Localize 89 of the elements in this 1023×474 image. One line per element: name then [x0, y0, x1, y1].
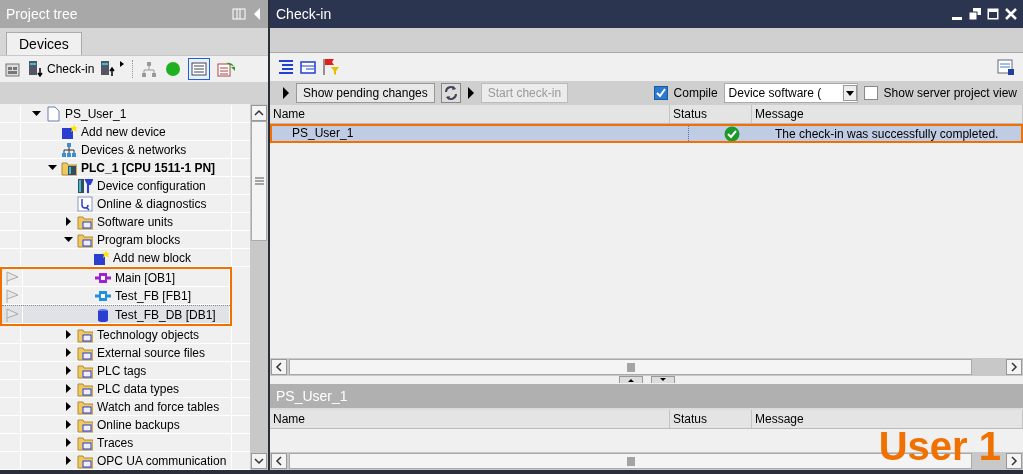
network-icon [61, 141, 77, 158]
panel-title: Check-in [276, 6, 332, 22]
split-down-icon[interactable] [650, 376, 675, 383]
expanded-arrow-icon[interactable] [31, 109, 41, 118]
tree-item[interactable]: Watch and force tables [0, 398, 250, 416]
tree-item[interactable]: Add new device [0, 123, 250, 141]
column-header[interactable]: Message [752, 410, 1023, 428]
add-star-icon [93, 249, 109, 266]
column-header[interactable]: Status [670, 105, 752, 123]
flag-filter-icon[interactable] [322, 58, 340, 76]
tree-item[interactable]: PLC_1 [CPU 1511-1 PN] [0, 159, 250, 177]
folder-icon [77, 416, 93, 433]
expand-arrow-icon[interactable] [466, 87, 475, 99]
tree-item[interactable]: Device configuration [0, 177, 250, 195]
column-header[interactable]: Name [270, 410, 670, 428]
dropdown[interactable]: Device software ( [723, 83, 858, 103]
collapsed-arrow-icon[interactable] [63, 330, 73, 339]
folder-icon [77, 452, 93, 469]
refresh-icon[interactable] [440, 83, 461, 103]
expanded-arrow-icon[interactable] [63, 235, 73, 244]
expanded-arrow-icon[interactable] [47, 163, 57, 172]
folder-icon [77, 434, 93, 451]
panel-title: Project tree [6, 6, 78, 22]
tree-item[interactable]: Online backups [0, 416, 250, 434]
checkbox-label[interactable]: Show server project view [883, 86, 1017, 100]
collapsed-arrow-icon[interactable] [63, 217, 73, 226]
dropdown-caret-icon [842, 85, 857, 101]
tree-item[interactable]: OPC UA communication [0, 452, 250, 470]
tree-item[interactable]: Test_FB_DB [DB1] [2, 305, 230, 324]
table-row[interactable]: PS_User_1 The check-in was successfully completed. [270, 124, 1023, 143]
grip-icon [254, 177, 264, 185]
grip-icon [626, 456, 635, 466]
add-star-icon [61, 123, 77, 140]
status-dot-icon[interactable] [164, 60, 183, 78]
tree-item[interactable]: Traces [0, 434, 250, 452]
tree-item[interactable]: PS_User_1 [0, 105, 250, 123]
section-title: PS_User_1 [276, 388, 348, 404]
tree-item[interactable]: PLC tags [0, 362, 250, 380]
expand-all-icon[interactable] [278, 59, 294, 75]
folder-list-icon[interactable] [300, 59, 316, 75]
database-icon [95, 306, 111, 323]
document-icon [45, 105, 61, 122]
collapsed-arrow-icon[interactable] [63, 384, 73, 393]
checkbox[interactable] [653, 86, 668, 100]
column-header[interactable]: Status [670, 410, 752, 428]
collapsed-arrow-icon[interactable] [63, 438, 73, 447]
folder-icon [77, 213, 93, 230]
collapsed-arrow-icon[interactable] [63, 420, 73, 429]
checkmark-icon [655, 88, 666, 98]
tree-item[interactable]: Add new block [0, 249, 250, 267]
checkbox-label[interactable]: Compile [673, 86, 718, 100]
column-header[interactable]: Name [270, 105, 670, 123]
folder-icon [77, 231, 93, 248]
collapsed-arrow-icon[interactable] [63, 366, 73, 375]
tree-item[interactable]: Online & diagnostics [0, 195, 250, 213]
device-config-icon [77, 177, 93, 194]
checkbox[interactable] [863, 86, 878, 100]
restore-icon[interactable] [969, 8, 981, 20]
folder-icon [77, 326, 93, 343]
tree-item[interactable]: Main [OB1] [2, 269, 230, 287]
table-cell: PS_User_1 [270, 126, 689, 141]
maximize-icon[interactable] [987, 8, 999, 20]
device-view-icon[interactable] [4, 60, 22, 78]
collapsed-arrow-icon[interactable] [63, 348, 73, 357]
collapsed-arrow-icon[interactable] [63, 456, 73, 465]
tree-item[interactable]: Devices & networks [0, 141, 250, 159]
tree-item[interactable]: Software units [0, 213, 250, 231]
grip-icon [626, 362, 635, 372]
show-pending-button[interactable]: Show pending changes [296, 83, 435, 103]
column-header[interactable]: Message [752, 105, 1023, 123]
split-up-icon[interactable] [618, 376, 643, 383]
collapsed-arrow-icon[interactable] [63, 402, 73, 411]
tab[interactable]: Devices [6, 32, 82, 55]
tree-item[interactable]: External source files [0, 344, 250, 362]
plc-folder-icon [61, 159, 77, 176]
tree-item[interactable]: Technology objects [0, 326, 250, 344]
folder-icon [77, 362, 93, 379]
expand-arrow-icon[interactable] [282, 87, 290, 99]
diagnostics-icon [77, 195, 93, 212]
table-cell-text: The check-in was successfully completed. [774, 126, 1000, 141]
close-icon[interactable] [1005, 8, 1017, 20]
check-in-button[interactable]: Check-in [28, 60, 95, 78]
folder-icon [77, 344, 93, 361]
tree-item[interactable]: Program blocks [0, 231, 250, 249]
folder-icon [77, 398, 93, 415]
server-down-arrow-icon [28, 60, 44, 78]
list-view-icon[interactable] [188, 58, 211, 80]
folder-icon [77, 380, 93, 397]
tree-item[interactable]: PLC data types [0, 380, 250, 398]
